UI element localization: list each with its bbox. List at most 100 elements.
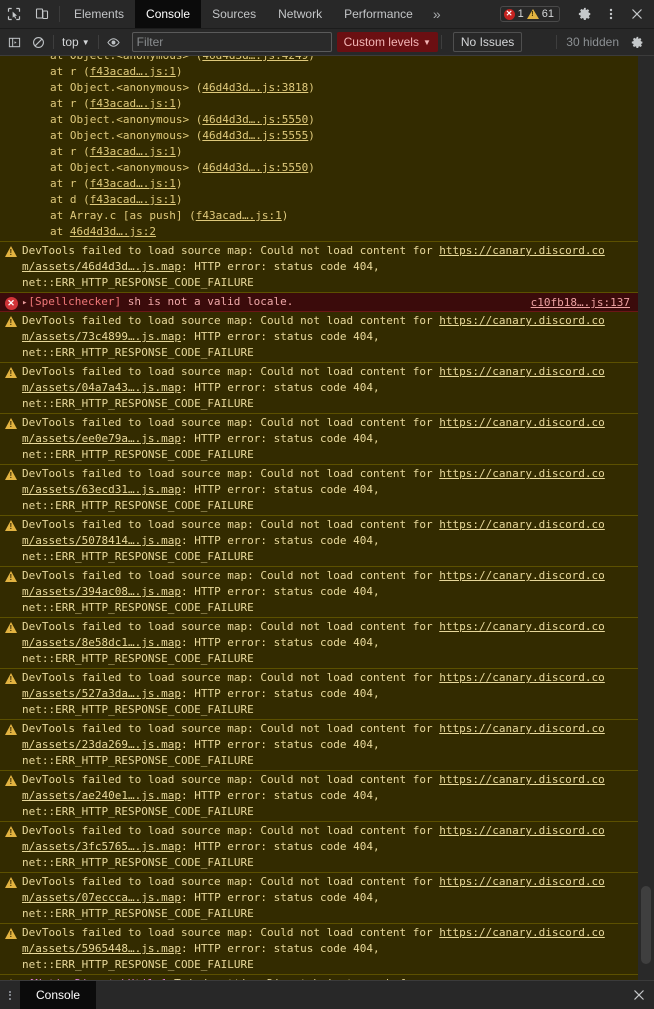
hidden-messages-count[interactable]: 30 hidden (562, 35, 623, 49)
message-text: DevTools failed to load source map: Coul… (22, 670, 638, 718)
sourcemap-url-link[interactable]: https://canary.discord.co (439, 722, 605, 735)
sourcemap-url-link[interactable]: m/assets/ae240e1….js.map (22, 789, 181, 802)
tab-elements-label: Elements (74, 7, 125, 21)
live-expression-icon[interactable] (102, 29, 126, 55)
sourcemap-url-link[interactable]: m/assets/ee0e79a….js.map (22, 432, 181, 445)
console-message-row[interactable]: DevTools failed to load source map: Coul… (0, 414, 638, 465)
console-message-row[interactable]: ▸[NativeDispatchUtils] Tried getting Dis… (0, 975, 638, 980)
message-line: DevTools failed to load source map: Coul… (22, 671, 605, 684)
console-sidebar-icon[interactable] (2, 29, 26, 55)
stack-trace-source-link[interactable]: f43acad….js:1 (90, 65, 176, 78)
sourcemap-url-link[interactable]: https://canary.discord.co (439, 773, 605, 786)
stack-trace-source-link[interactable]: f43acad….js:1 (196, 209, 282, 222)
drawer-tabbar: Console (0, 980, 654, 1009)
more-tabs-chevron-icon[interactable]: » (424, 0, 450, 28)
console-message-row[interactable]: DevTools failed to load source map: Coul… (0, 669, 638, 720)
stack-trace-source-link[interactable]: 46d4d3d….js:4249 (202, 56, 308, 62)
stack-trace-source-link[interactable]: 46d4d3d….js:5555 (202, 129, 308, 142)
sourcemap-url-link[interactable]: https://canary.discord.co (439, 824, 605, 837)
stack-trace-source-link[interactable]: 46d4d3d….js:5550 (202, 161, 308, 174)
scrollbar-thumb[interactable] (641, 886, 651, 964)
console-message-row[interactable]: DevTools failed to load source map: Coul… (0, 618, 638, 669)
issues-label: No Issues (460, 35, 515, 49)
log-levels-dropdown[interactable]: Custom levels ▼ (336, 32, 438, 52)
drawer-menu-icon[interactable] (0, 981, 20, 1009)
console-message-row[interactable]: DevTools failed to load source map: Coul… (0, 312, 638, 363)
inspect-cursor-icon[interactable] (0, 0, 28, 28)
sourcemap-url-link[interactable]: m/assets/63ecd31….js.map (22, 483, 181, 496)
message-line: net::ERR_HTTP_RESPONSE_CODE_FAILURE (22, 958, 254, 971)
sourcemap-url-link[interactable]: https://canary.discord.co (439, 518, 605, 531)
tab-sources[interactable]: Sources (201, 0, 267, 28)
console-message-row[interactable]: DevTools failed to load source map: Coul… (0, 822, 638, 873)
console-message-row[interactable]: DevTools failed to load source map: Coul… (0, 363, 638, 414)
message-source-link[interactable]: c10fb18….js:137 (531, 296, 630, 309)
sourcemap-url-link[interactable]: m/assets/73c4899….js.map (22, 330, 181, 343)
sourcemap-url-link[interactable]: m/assets/8e58dc1….js.map (22, 636, 181, 649)
issue-counter-badge[interactable]: ✕ 1 61 (499, 6, 560, 22)
message-line: DevTools failed to load source map: Coul… (22, 518, 605, 531)
sourcemap-url-link[interactable]: m/assets/394ac08….js.map (22, 585, 181, 598)
console-message-row[interactable]: DevTools failed to load source map: Coul… (0, 720, 638, 771)
stack-trace-source-link[interactable]: f43acad….js:1 (90, 145, 176, 158)
stack-trace-source-link[interactable]: f43acad….js:1 (90, 177, 176, 190)
console-message-row[interactable]: DevTools failed to load source map: Coul… (0, 924, 638, 975)
sourcemap-url-link[interactable]: https://canary.discord.co (439, 467, 605, 480)
sourcemap-url-link[interactable]: https://canary.discord.co (439, 416, 605, 429)
stack-trace-source-link[interactable]: 46d4d3d….js:5550 (202, 113, 308, 126)
message-line: m/assets/23da269….js.map: HTTP error: st… (22, 738, 380, 751)
console-message-row[interactable]: DevTools failed to load source map: Coul… (0, 873, 638, 924)
tab-network[interactable]: Network (267, 0, 333, 28)
sourcemap-url-link[interactable]: m/assets/3fc5765….js.map (22, 840, 181, 853)
stack-trace-source-link[interactable]: 46d4d3d….js:2 (70, 225, 156, 238)
stack-trace-line: at Object.<anonymous> (46d4d3d….js:5555) (50, 129, 315, 142)
message-icon-cell (0, 823, 22, 837)
stack-trace-source-link[interactable]: 46d4d3d….js:3818 (202, 81, 308, 94)
clear-console-icon[interactable] (26, 29, 50, 55)
stack-trace-source-link[interactable]: f43acad….js:1 (90, 193, 176, 206)
message-source-link[interactable]: c10fb18….js:137 (531, 978, 630, 980)
filter-input[interactable]: Filter (131, 32, 332, 52)
console-message-row[interactable]: DevTools failed to load source map: Coul… (0, 465, 638, 516)
execution-context-selector[interactable]: top ▼ (57, 35, 95, 49)
message-line: DevTools failed to load source map: Coul… (22, 824, 605, 837)
settings-gear-icon[interactable] (625, 29, 649, 55)
message-text: DevTools failed to load source map: Coul… (22, 313, 638, 361)
close-drawer-icon[interactable] (632, 988, 646, 1002)
sourcemap-url-link[interactable]: m/assets/04a7a43….js.map (22, 381, 181, 394)
sourcemap-url-link[interactable]: https://canary.discord.co (439, 620, 605, 633)
console-message-row[interactable]: DevTools failed to load source map: Coul… (0, 516, 638, 567)
sourcemap-url-link[interactable]: https://canary.discord.co (439, 365, 605, 378)
sourcemap-url-link[interactable]: m/assets/5965448….js.map (22, 942, 181, 955)
sourcemap-url-link[interactable]: m/assets/07eccca….js.map (22, 891, 181, 904)
sourcemap-url-link[interactable]: m/assets/527a3da….js.map (22, 687, 181, 700)
device-toolbar-icon[interactable] (28, 0, 56, 28)
gear-icon[interactable] (572, 0, 598, 28)
sourcemap-url-link[interactable]: https://canary.discord.co (439, 875, 605, 888)
stack-trace-source-link[interactable]: f43acad….js:1 (90, 97, 176, 110)
console-message-row[interactable]: DevTools failed to load source map: Coul… (0, 771, 638, 822)
sourcemap-url-link[interactable]: https://canary.discord.co (439, 926, 605, 939)
sourcemap-url-link[interactable]: https://canary.discord.co (439, 244, 605, 257)
tab-elements[interactable]: Elements (63, 0, 135, 28)
sourcemap-url-link[interactable]: https://canary.discord.co (439, 671, 605, 684)
sourcemap-url-link[interactable]: https://canary.discord.co (439, 569, 605, 582)
warning-icon (5, 979, 17, 980)
sourcemap-url-link[interactable]: m/assets/46d4d3d….js.map (22, 260, 181, 273)
sourcemap-url-link[interactable]: https://canary.discord.co (439, 314, 605, 327)
console-message-row[interactable]: ✕ ▸[Spellchecker] sh is not a valid local… (0, 293, 638, 312)
issues-button[interactable]: No Issues (452, 32, 523, 52)
console-message-row[interactable]: DevTools failed to load source map: Coul… (0, 242, 638, 293)
console-message-row[interactable]: DevTools failed to load source map: Coul… (0, 567, 638, 618)
close-icon[interactable] (624, 0, 650, 28)
drawer-tab-console[interactable]: Console (20, 981, 97, 1009)
message-text: DevTools failed to load source map: Coul… (22, 517, 638, 565)
console-scrollbar[interactable] (638, 56, 654, 980)
tab-console[interactable]: Console (135, 0, 202, 28)
stack-trace-line: at r (f43acad….js:1) (50, 65, 183, 78)
tab-performance[interactable]: Performance (333, 0, 424, 28)
message-line: m/assets/04a7a43….js.map: HTTP error: st… (22, 381, 380, 394)
sourcemap-url-link[interactable]: m/assets/5078414….js.map (22, 534, 181, 547)
sourcemap-url-link[interactable]: m/assets/23da269….js.map (22, 738, 181, 751)
kebab-menu-icon[interactable] (598, 0, 624, 28)
